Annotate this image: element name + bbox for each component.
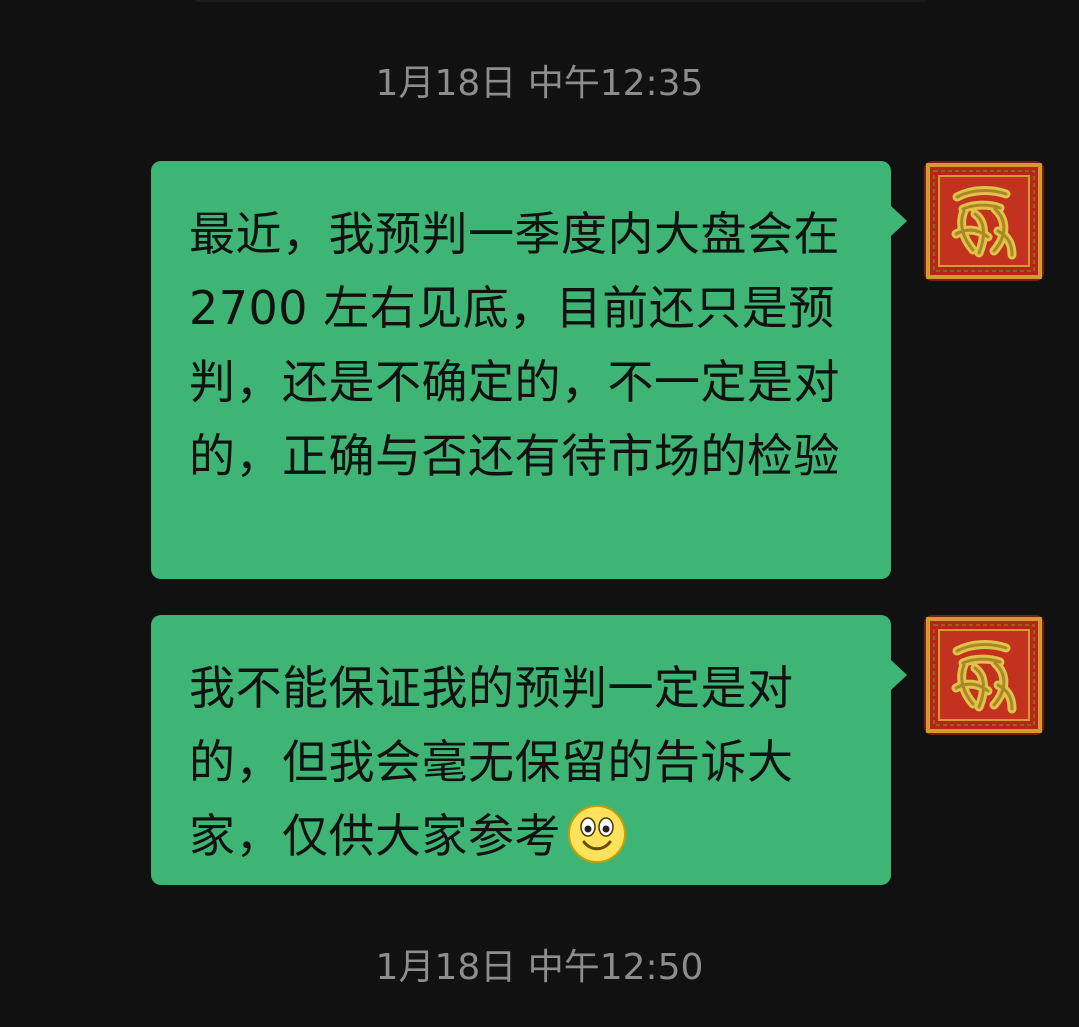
message-bubble[interactable]: 我不能保证我的预判一定是对的，但我会毫无保留的告诉大家，仅供大家参考 [151, 615, 907, 885]
red-seal-avatar-icon[interactable] [924, 615, 1044, 735]
previous-message-edge [193, 0, 928, 2]
smiley-emoji-icon [567, 804, 627, 864]
message-row: 最近，我预判一季度内大盘会在 2700 左右见底，目前还只是预判，还是不确定的，… [0, 161, 1079, 579]
chat-screen: 1月18日 中午12:35 最近，我预判一季度内大盘会在 2700 左右见底，目… [0, 0, 1079, 1027]
red-seal-avatar-icon[interactable] [924, 161, 1044, 281]
message-row: 我不能保证我的预判一定是对的，但我会毫无保留的告诉大家，仅供大家参考 [0, 615, 1079, 885]
message-text: 我不能保证我的预判一定是对的，但我会毫无保留的告诉大家，仅供大家参考 [189, 661, 794, 863]
message-text: 最近，我预判一季度内大盘会在 2700 左右见底，目前还只是预判，还是不确定的，… [189, 207, 840, 483]
message-bubble[interactable]: 最近，我预判一季度内大盘会在 2700 左右见底，目前还只是预判，还是不确定的，… [151, 161, 907, 579]
timestamp: 1月18日 中午12:50 [375, 947, 704, 988]
timestamp: 1月18日 中午12:35 [375, 63, 704, 104]
